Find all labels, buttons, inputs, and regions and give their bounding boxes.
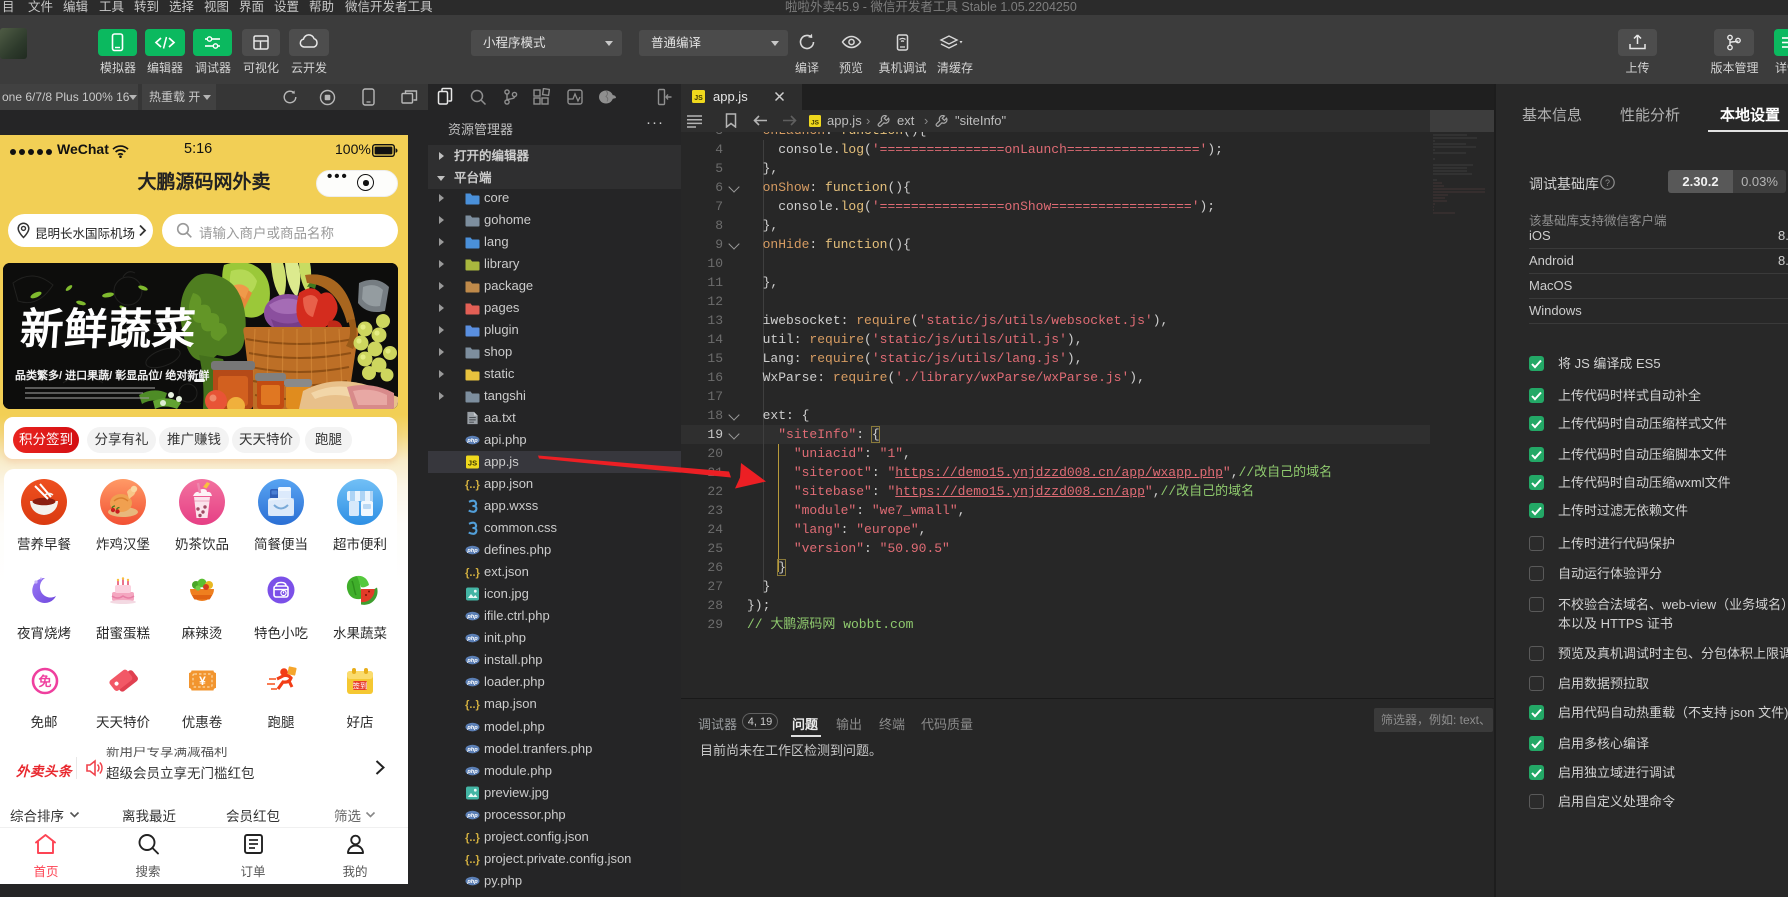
- svg-text:php: php: [466, 636, 478, 642]
- svg-text:php: php: [466, 438, 478, 444]
- svg-text:{..}: {..}: [465, 567, 480, 579]
- svg-text:php: php: [466, 747, 478, 753]
- svg-text:php: php: [466, 813, 478, 819]
- svg-text:{..}: {..}: [465, 699, 480, 711]
- svg-text:php: php: [466, 681, 478, 687]
- svg-text:{..}: {..}: [465, 854, 480, 866]
- svg-text:品类繁多/ 进口果蔬/ 彰显品位/ 绝对新鲜: 品类繁多/ 进口果蔬/ 彰显品位/ 绝对新鲜: [15, 368, 209, 382]
- svg-text:php: php: [466, 879, 478, 885]
- svg-text:JS: JS: [694, 95, 703, 102]
- svg-text:免: 免: [38, 674, 51, 689]
- svg-text:JS: JS: [811, 119, 820, 126]
- svg-text:php: php: [466, 769, 478, 775]
- svg-text:签到: 签到: [353, 681, 368, 691]
- svg-text:¥: ¥: [199, 674, 206, 688]
- svg-text:?: ?: [1605, 178, 1610, 188]
- svg-text:新鲜蔬菜: 新鲜蔬菜: [19, 306, 198, 354]
- svg-text:php: php: [466, 658, 478, 664]
- svg-text:php: php: [466, 725, 478, 731]
- svg-text:php: php: [466, 614, 478, 620]
- svg-text:{..}: {..}: [465, 479, 480, 491]
- svg-text:{..}: {..}: [465, 832, 480, 844]
- svg-text:php: php: [466, 548, 478, 554]
- svg-text:JS: JS: [468, 459, 477, 468]
